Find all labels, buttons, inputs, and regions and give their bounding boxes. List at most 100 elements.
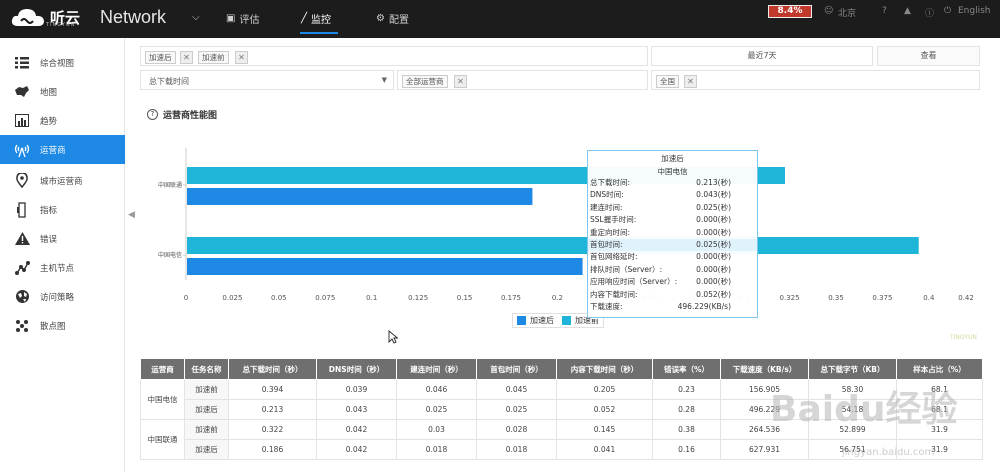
- nav-monitor-label: 监控: [311, 15, 332, 26]
- tooltip-row-label: 下载速度:: [590, 301, 623, 311]
- column-header[interactable]: 任务名称: [184, 358, 229, 380]
- table-cell: 0.213: [228, 399, 317, 420]
- task-name-cell: 加速前: [184, 419, 229, 440]
- remove-tag-icon[interactable]: ✕: [180, 51, 193, 64]
- column-header[interactable]: 样本占比（%）: [896, 358, 983, 380]
- table-cell: 0.042: [316, 439, 397, 460]
- time-range-select[interactable]: 最近7天: [651, 46, 873, 66]
- x-tick-label: 0: [184, 294, 188, 302]
- column-header[interactable]: 首包时间（秒）: [476, 358, 557, 380]
- help-icon[interactable]: ?: [882, 6, 887, 16]
- alert-icon[interactable]: ▲: [904, 6, 911, 16]
- task-name-cell: 加速前: [184, 379, 229, 400]
- column-header[interactable]: 内容下载时间（秒）: [556, 358, 653, 380]
- table-cell: 0.145: [556, 419, 653, 440]
- sidebar-item-carrier[interactable]: 运营商: [0, 135, 125, 164]
- column-header[interactable]: DNS时间（秒）: [316, 358, 397, 380]
- tooltip-row-label: 总下载时间:: [590, 178, 631, 187]
- tooltip-row: 内容下载时间: 0.052(秒): [588, 289, 757, 301]
- location-label[interactable]: 北京: [838, 6, 856, 19]
- sidebar-item-metrics[interactable]: 指标: [0, 195, 125, 224]
- table-cell: 0.025: [396, 399, 477, 420]
- remove-tag-icon[interactable]: ✕: [235, 51, 248, 64]
- sidebar-item-host-nodes[interactable]: 主机节点: [0, 253, 125, 282]
- table-cell: 0.23: [652, 379, 721, 400]
- info-icon[interactable]: ⓘ: [925, 6, 934, 19]
- sidebar-item-scatter[interactable]: 散点图: [0, 311, 125, 340]
- x-tick-label: 0.375: [872, 294, 892, 302]
- table-cell: 0.38: [652, 419, 721, 440]
- tooltip-row-label: 首包时间:: [590, 239, 623, 249]
- language-switch[interactable]: English: [958, 6, 991, 16]
- sidebar-item-city-carrier[interactable]: 城市运营商: [0, 166, 125, 195]
- carrier-filter[interactable]: 全部运营商 ✕: [397, 70, 648, 90]
- table-cell: 0.043: [316, 399, 397, 420]
- tooltip-row: 首包时间: 0.025(秒): [588, 238, 757, 252]
- chart-tooltip: 加速后 中国电信 总下载时间: 0.213(秒) DNS时间: 0.043(秒) 建连时…: [587, 150, 758, 318]
- x-tick-label: 0.075: [315, 294, 335, 302]
- nav-active-indicator: [300, 32, 338, 34]
- tooltip-row-label: 建连时间:: [590, 202, 623, 212]
- tag-before-accel: 加速前: [198, 51, 229, 64]
- nav-monitor[interactable]: ╱ 监控: [301, 11, 331, 26]
- user-icon[interactable]: ☺: [824, 6, 833, 16]
- tooltip-row-label: SSL握手时间:: [590, 215, 637, 225]
- power-icon[interactable]: ⏻: [944, 6, 951, 16]
- category-label: 中国联通: [158, 181, 182, 189]
- line-chart-icon: ╱: [301, 13, 308, 24]
- column-header[interactable]: 建连时间（秒）: [396, 358, 477, 380]
- tooltip-row-label: DNS时间:: [590, 190, 624, 200]
- tooltip-row-value: 0.043(秒): [696, 190, 731, 200]
- column-header[interactable]: 错误率（%）: [652, 358, 721, 380]
- map-icon: [14, 84, 30, 100]
- location-pin-icon: [14, 173, 30, 189]
- collapse-sidebar-icon[interactable]: ◀: [128, 210, 135, 220]
- region-filter[interactable]: 全国 ✕: [651, 70, 980, 90]
- x-tick-label: 0.1: [366, 294, 377, 302]
- tooltip-row: SSL握手时间: 0.000(秒): [588, 214, 757, 226]
- chevron-down-icon[interactable]: ⌵: [192, 12, 200, 23]
- query-button-label: 查看: [920, 51, 937, 60]
- query-button[interactable]: 查看: [877, 46, 980, 66]
- logo-subtext: TINGYUN: [46, 22, 76, 28]
- tooltip-row-value: 0.000(秒): [696, 227, 731, 237]
- table-cell: 0.018: [476, 439, 557, 460]
- sidebar-item-label: 趋势: [40, 116, 58, 127]
- globe-icon: [14, 289, 30, 305]
- series-tag-filter[interactable]: 加速后 ✕ 加速前 ✕: [140, 46, 648, 66]
- nav-evaluate[interactable]: ▣ 评估: [226, 11, 259, 26]
- remove-tag-icon[interactable]: ✕: [454, 75, 467, 88]
- x-tick-label: 0.35: [828, 294, 844, 302]
- sidebar-item-map[interactable]: 地图: [0, 77, 125, 106]
- legend-label-after: 加速后: [530, 316, 554, 325]
- tooltip-row: DNS时间: 0.043(秒): [588, 189, 757, 201]
- remove-tag-icon[interactable]: ✕: [684, 75, 697, 88]
- sidebar-item-errors[interactable]: 错误: [0, 224, 125, 253]
- table-cell: 0.186: [228, 439, 317, 460]
- sidebar-item-overview[interactable]: 综合视图: [0, 48, 125, 77]
- column-header[interactable]: 总下载字节（KB）: [808, 358, 897, 380]
- cpu-usage-badge[interactable]: 8.4%: [768, 5, 812, 18]
- cloud-logo-icon: [10, 6, 46, 28]
- help-icon[interactable]: ?: [147, 109, 158, 120]
- table-cell: 627.931: [720, 439, 809, 460]
- x-tick-label: 0.175: [501, 294, 521, 302]
- tooltip-row-value: 496.229(KB/s): [677, 301, 731, 311]
- tooltip-row-value: 0.213(秒): [696, 178, 731, 187]
- column-header[interactable]: 运营商: [140, 358, 185, 380]
- metric-value: 总下载时间: [149, 77, 189, 86]
- product-name[interactable]: Network: [100, 7, 166, 28]
- sidebar-item-trend[interactable]: 趋势: [0, 106, 125, 135]
- tooltip-row-value: 0.000(秒): [696, 252, 731, 262]
- column-header[interactable]: 总下载时间（秒）: [228, 358, 317, 380]
- chart-title-text: 运营商性能图: [163, 111, 218, 121]
- task-name-cell: 加速后: [184, 399, 229, 420]
- metric-select[interactable]: 总下载时间 ▼: [140, 70, 394, 90]
- table-cell: 0.025: [476, 399, 557, 420]
- table-cell: 0.045: [476, 379, 557, 400]
- time-range-value: 最近7天: [747, 51, 777, 60]
- bar-after: [187, 188, 533, 205]
- column-header[interactable]: 下载速度（KB/s）: [720, 358, 809, 380]
- nav-config[interactable]: ⚙ 配置: [376, 11, 409, 26]
- sidebar-item-access-policy[interactable]: 访问策略: [0, 282, 125, 311]
